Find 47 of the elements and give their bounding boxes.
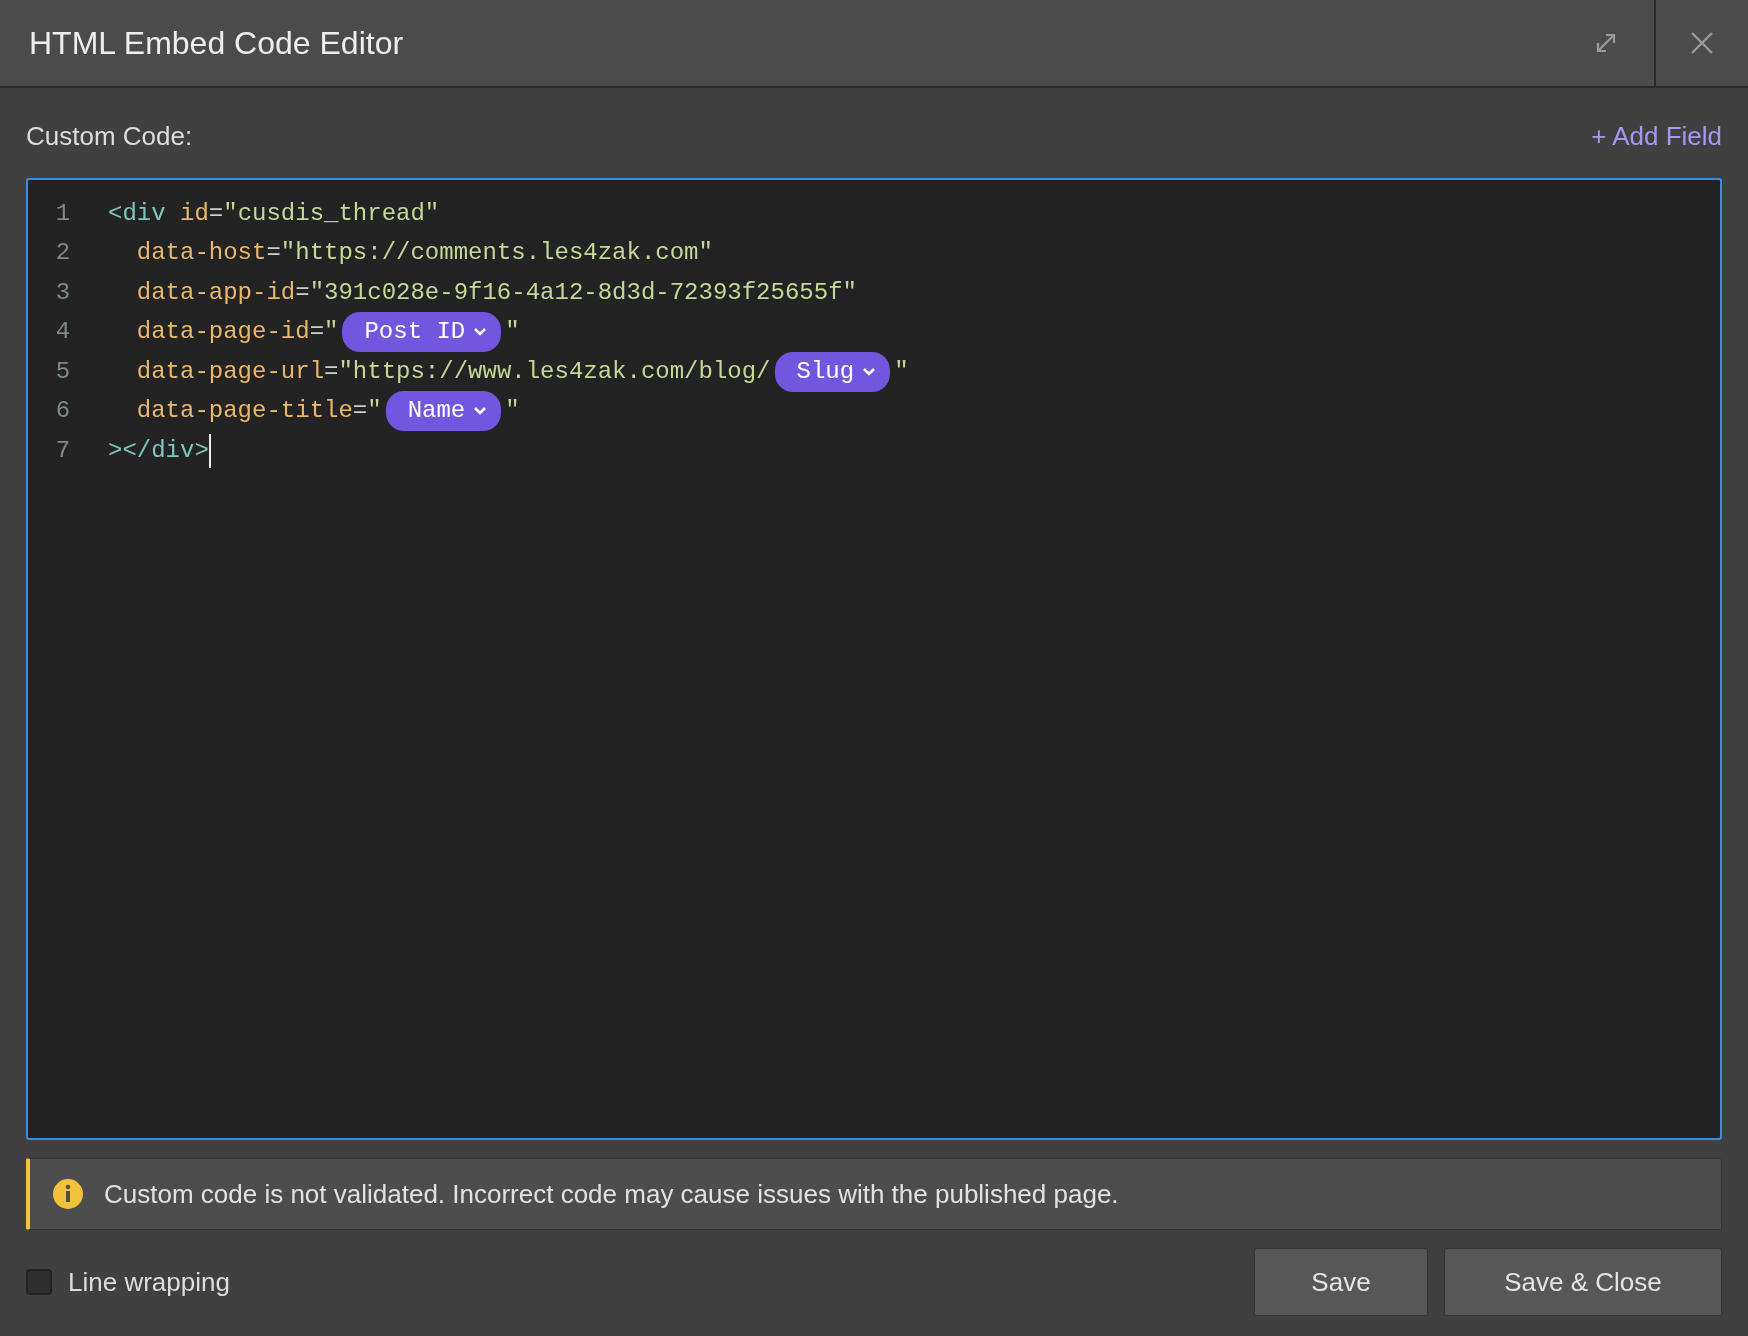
code-attribute: data-page-id bbox=[135, 317, 310, 348]
code-punctuation: = bbox=[324, 356, 339, 387]
line-number: 2 bbox=[54, 238, 72, 269]
close-icon bbox=[1689, 30, 1715, 56]
code-string: " bbox=[505, 396, 520, 427]
field-label: Custom Code: bbox=[26, 119, 193, 153]
code-attribute: data-app-id bbox=[135, 277, 296, 308]
code-punctuation: = bbox=[309, 317, 325, 348]
variable-token[interactable]: Slug bbox=[774, 351, 891, 392]
code-attribute: data-page-title bbox=[135, 396, 353, 427]
chevron-down-icon bbox=[862, 366, 877, 377]
line-number: 3 bbox=[54, 277, 72, 308]
action-button[interactable]: Save bbox=[1254, 1248, 1428, 1316]
code-string: " bbox=[505, 317, 520, 348]
action-button[interactable]: Save & Close bbox=[1444, 1248, 1722, 1316]
code-punctuation: = bbox=[295, 277, 310, 308]
code-string: "https://www.les4zak.com/blog/ bbox=[338, 356, 771, 387]
checkbox-label: Line wrapping bbox=[68, 1265, 230, 1299]
code-attribute: data-page-url bbox=[135, 356, 325, 387]
line-number: 7 bbox=[54, 435, 72, 466]
code-tag: <div bbox=[108, 195, 166, 232]
code-string: " bbox=[894, 356, 909, 387]
line-number: 4 bbox=[54, 317, 72, 348]
chevron-down-icon bbox=[473, 406, 488, 417]
code-tag: ></div> bbox=[108, 432, 209, 469]
code-string: "391c028e-9f16-4a12-8d3d-72393f25655f" bbox=[309, 277, 857, 308]
code-string: " bbox=[324, 317, 339, 348]
chevron-down-icon bbox=[473, 327, 488, 338]
code-punctuation: = bbox=[352, 396, 368, 427]
line-number: 1 bbox=[54, 198, 72, 229]
code-punctuation: = bbox=[208, 198, 224, 229]
warning-text: Custom code is not validated. Incorrect code may cause issues with the published page. bbox=[104, 1177, 1119, 1211]
add-field-link[interactable]: + Add Field bbox=[1591, 116, 1722, 156]
window-title: HTML Embed Code Editor bbox=[28, 24, 405, 63]
code-attribute: id bbox=[179, 198, 209, 229]
code-punctuation: = bbox=[266, 238, 281, 269]
variable-token[interactable]: Name bbox=[385, 391, 502, 432]
code-string: "https://comments.les4zak.com" bbox=[280, 238, 713, 269]
line-number: 6 bbox=[54, 396, 72, 427]
code-string: "cusdis_thread" bbox=[223, 198, 440, 229]
code-editor[interactable] bbox=[26, 178, 1722, 1140]
variable-token[interactable]: Post ID bbox=[342, 312, 502, 353]
checkbox[interactable] bbox=[26, 1269, 52, 1295]
code-attribute: data-host bbox=[135, 238, 267, 269]
line-number: 5 bbox=[54, 356, 72, 387]
code-string: " bbox=[367, 396, 382, 427]
info-icon bbox=[52, 1178, 84, 1210]
